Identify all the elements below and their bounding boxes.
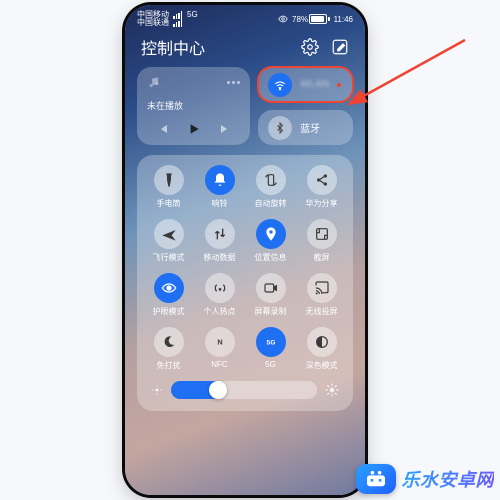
eye-icon [278, 14, 288, 24]
bluetooth-toggle[interactable]: 蓝牙 [258, 110, 353, 145]
tile-dark[interactable]: 深色模式 [296, 327, 347, 371]
tile-label: 飞行模式 [153, 252, 185, 263]
network-indicator: 5G [187, 11, 198, 19]
tile-label: 自动旋转 [255, 198, 287, 209]
signal-bars-2 [173, 19, 182, 27]
tile-label: 手电筒 [157, 198, 181, 209]
record-icon [256, 273, 286, 303]
tile-label: 截屏 [314, 252, 330, 263]
tile-cast[interactable]: 无线投屏 [296, 273, 347, 317]
play-icon[interactable] [186, 121, 202, 137]
autorotate-icon [256, 165, 286, 195]
tile-eyecare[interactable]: 护眼模式 [143, 273, 194, 317]
clock: 11:46 [334, 15, 353, 24]
brightness-low-icon [151, 384, 163, 396]
control-center-header: 控制中心 [125, 29, 365, 67]
tile-label: NFC [211, 360, 227, 369]
wifi-toggle[interactable]: WLAN [258, 67, 353, 102]
fiveg-icon: 5G [256, 327, 286, 357]
music-note-icon [147, 75, 161, 89]
tile-label: 护眼模式 [153, 306, 185, 317]
tile-location[interactable]: 位置信息 [245, 219, 296, 263]
prev-track-icon[interactable] [155, 121, 171, 137]
tile-ring[interactable]: 响铃 [194, 165, 245, 209]
tile-airplane[interactable]: 飞行模式 [143, 219, 194, 263]
tile-label: 响铃 [212, 198, 228, 209]
tile-label: 个人热点 [204, 306, 236, 317]
nfc-icon: N [205, 327, 235, 357]
media-menu-icon[interactable] [227, 81, 240, 84]
screenshot-icon [307, 219, 337, 249]
watermark-logo-icon [356, 464, 396, 494]
brightness-slider[interactable] [171, 381, 317, 399]
carrier-2: 中国联通 [137, 19, 169, 27]
battery-pct: 78% [292, 15, 308, 24]
phone-frame: 中国移动5G 中国联通 78% 11:46 控制中心 [125, 5, 365, 495]
cast-icon [307, 273, 337, 303]
tile-label: 移动数据 [204, 252, 236, 263]
svg-text:5G: 5G [266, 340, 275, 347]
tile-label: 位置信息 [255, 252, 287, 263]
tile-label: 屏幕录制 [255, 306, 287, 317]
tile-share[interactable]: 华为分享 [296, 165, 347, 209]
status-bar: 中国移动5G 中国联通 78% 11:46 [125, 5, 365, 29]
tile-screenshot[interactable]: 截屏 [296, 219, 347, 263]
tile-record[interactable]: 屏幕录制 [245, 273, 296, 317]
next-track-icon[interactable] [217, 121, 233, 137]
tile-nfc[interactable]: N NFC [194, 327, 245, 371]
watermark-text: 乐水安卓网 [402, 466, 495, 492]
tile-dnd[interactable]: 免打扰 [143, 327, 194, 371]
quick-tiles-panel: 手电筒 响铃 自动旋转 华为分享飞行模式 移动数据 位置信息 截屏护眼模式 个人热点 屏幕录制 无… [137, 155, 353, 411]
media-state: 未在播放 [147, 99, 240, 112]
tile-label: 深色模式 [306, 360, 338, 371]
tile-hotspot[interactable]: 个人热点 [194, 273, 245, 317]
tile-label: 无线投屏 [306, 306, 338, 317]
edit-icon[interactable] [331, 38, 349, 56]
tile-flashlight[interactable]: 手电筒 [143, 165, 194, 209]
battery-indicator: 78% [292, 14, 330, 24]
hotspot-icon [205, 273, 235, 303]
settings-icon[interactable] [301, 38, 319, 56]
svg-text:N: N [217, 338, 222, 347]
annotation-dot [337, 83, 341, 87]
eyecare-icon [154, 273, 184, 303]
tile-label: 5G [265, 360, 276, 369]
page-title: 控制中心 [141, 35, 205, 59]
signal-bars-1 [173, 11, 182, 19]
location-icon [256, 219, 286, 249]
flashlight-icon [154, 165, 184, 195]
tile-label: 免打扰 [157, 360, 181, 371]
data-icon [205, 219, 235, 249]
tile-autorotate[interactable]: 自动旋转 [245, 165, 296, 209]
tile-fiveg[interactable]: 5G 5G [245, 327, 296, 371]
wifi-label: WLAN [300, 79, 329, 90]
dark-icon [307, 327, 337, 357]
bluetooth-label: 蓝牙 [300, 120, 320, 135]
watermark: 乐水安卓网 [356, 464, 495, 494]
tile-label: 华为分享 [306, 198, 338, 209]
tile-data[interactable]: 移动数据 [194, 219, 245, 263]
dnd-icon [154, 327, 184, 357]
media-card[interactable]: 未在播放 [137, 67, 250, 145]
wifi-icon [268, 73, 292, 97]
share-icon [307, 165, 337, 195]
airplane-icon [154, 219, 184, 249]
bluetooth-icon [268, 116, 292, 140]
brightness-high-icon [325, 383, 339, 397]
ring-icon [205, 165, 235, 195]
